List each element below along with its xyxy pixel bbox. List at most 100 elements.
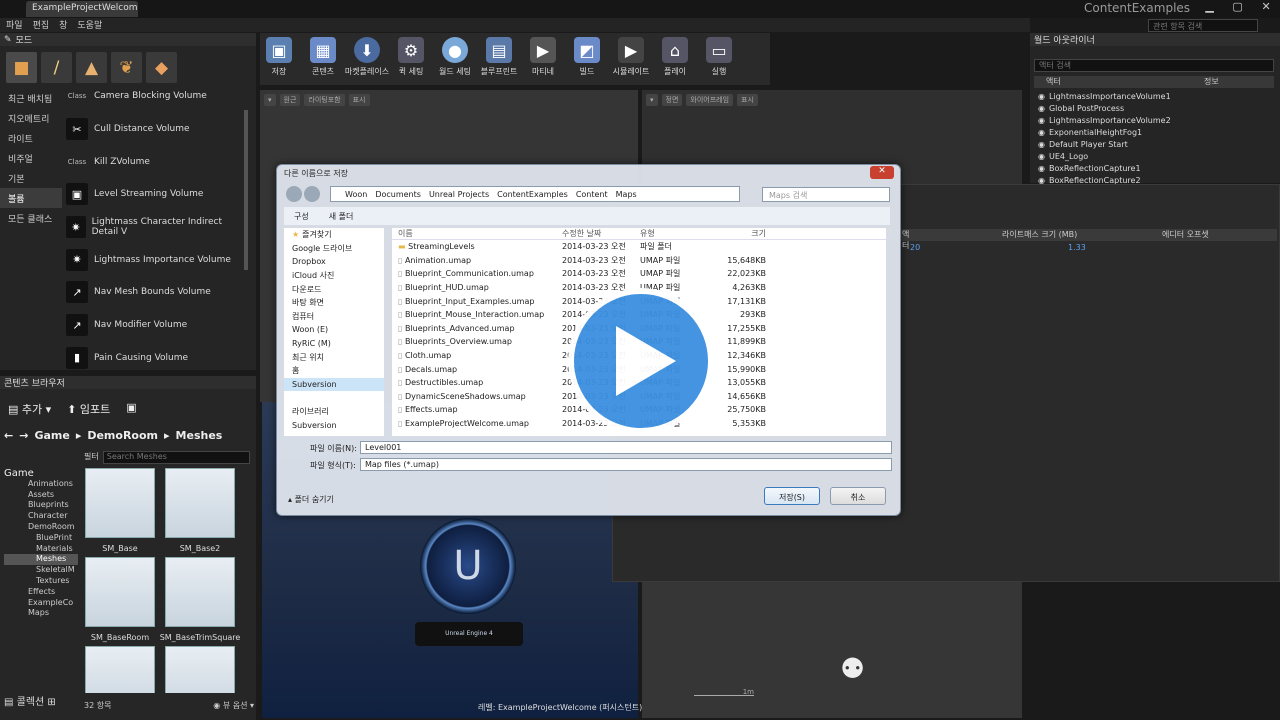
viewport-show-chip[interactable]: 표시 [348,94,370,106]
list-item[interactable]: ▣ Level Streaming Volume [66,178,242,211]
tree-item-selected[interactable]: Meshes [4,554,78,566]
breadcrumb-demoroom[interactable]: DemoRoom [87,429,158,442]
new-folder-button[interactable]: 새 폴더 [329,211,354,222]
list-item[interactable]: ↗ Nav Mesh Bounds Volume [66,276,242,309]
launch-button[interactable]: ▭ 실행 [700,37,738,77]
add-button[interactable]: ▤ 추가 ▾ [8,401,51,417]
viewport-menu-icon[interactable]: ▾ [264,94,276,106]
outliner-col-actor[interactable]: 액터 [1034,76,1204,88]
build-button[interactable]: ◩ 빌드 [568,37,606,77]
save-button[interactable]: 저장(S) [764,487,820,505]
play-button[interactable]: ⌂ 플레이 [656,37,694,77]
filter-button[interactable]: 필터 [84,451,99,464]
marketplace-button[interactable]: ⬇ 마켓플레이스 [345,37,389,77]
outliner-search-input[interactable]: 액터 검색 [1034,59,1274,72]
tree-item[interactable]: Materials [4,544,78,555]
list-item[interactable]: Class Kill ZVolume [66,145,242,178]
list-item[interactable]: ↗ Nav Modifier Volume [66,309,242,342]
eye-icon[interactable]: ◉ [1038,104,1045,113]
tree-item[interactable]: Game [4,468,78,479]
collections-toggle[interactable]: ▤ 콜렉션 ⊞ [4,693,56,708]
forward-icon[interactable] [304,186,320,202]
asset-tile[interactable]: SM_BaseRoom [84,557,156,642]
save-all-icon[interactable]: ▣ [126,401,136,417]
viewport-lighting-chip[interactable]: 와이어프레임 [686,94,734,106]
tree-item[interactable]: SkeletalM [4,565,78,576]
eye-icon[interactable]: ◉ [1038,164,1045,173]
back-icon[interactable]: ← [4,429,13,442]
path-segment[interactable]: ContentExamples [497,190,568,199]
content-button[interactable]: ▦ 콘텐츠 [304,37,342,77]
tree-item[interactable]: Animations [4,479,78,490]
tree-item[interactable]: BluePrint [4,533,78,544]
simulate-button[interactable]: ▶ 시뮬레이트 [612,37,650,77]
tree-item[interactable]: Character [4,511,78,522]
sidebar-item[interactable]: Woon (E) [284,323,384,337]
cancel-button[interactable]: 취소 [830,487,886,505]
quick-settings-button[interactable]: ⚙ 퀵 세팅 [392,37,430,77]
list-item[interactable]: Class Camera Blocking Volume [66,80,242,113]
dialog-search-input[interactable]: Maps 검색 [762,187,890,202]
close-icon[interactable]: ✕ [1261,0,1270,16]
menu-help[interactable]: 도움말 [77,18,102,32]
asset-tile[interactable]: SM_Base [84,468,156,553]
category-lights[interactable]: 라이트 [0,128,62,148]
viewport-menu-icon[interactable]: ▾ [646,94,658,106]
asset-tile[interactable]: SM_Base2 [164,468,236,553]
content-browser-tab[interactable]: 콘텐츠 브라우저 [0,376,256,389]
sidebar-item[interactable]: 최근 위치 [284,350,384,364]
sidebar-item[interactable]: Dropbox [284,255,384,269]
modes-tab[interactable]: ✎ 모드 [0,33,256,46]
matinee-button[interactable]: ▶ 마티네 [524,37,562,77]
table-row[interactable]: ◉ LightmassImportanceVolume2 [1034,114,1274,126]
category-basic[interactable]: 기본 [0,168,62,188]
sidebar-item-selected[interactable]: Subversion [284,377,384,392]
asset-tile[interactable] [164,646,236,693]
outliner-tab[interactable]: 월드 아웃라이너 [1030,33,1280,46]
category-all-classes[interactable]: 모든 클래스 [0,208,62,228]
sidebar-item[interactable]: Subversion [284,418,384,432]
dialog-close-icon[interactable]: ✕ [870,166,894,179]
list-item[interactable]: ✂ Cull Distance Volume [66,113,242,146]
table-row[interactable]: ◉ Global PostProcess [1034,102,1274,114]
sidebar-item[interactable]: iCloud 사진 [284,269,384,283]
world-settings-button[interactable]: ● 월드 세팅 [436,37,474,77]
viewport-grid[interactable] [642,580,1022,718]
category-visual[interactable]: 비주얼 [0,148,62,168]
menu-file[interactable]: 파일 [6,18,23,32]
sidebar-item[interactable]: ★ 즐겨찾기 [284,228,384,242]
col-date[interactable]: 수정한 날짜 [562,228,640,239]
col-type[interactable]: 유형 [640,228,710,239]
save-button[interactable]: ▣ 저장 [260,37,298,77]
play-video-button[interactable] [568,288,714,434]
file-row[interactable]: ▯ Blueprint_Communication.umap 2014-03-23… [392,267,886,281]
asset-tile[interactable]: SM_BaseTrimSquare [160,557,240,642]
foliage-icon[interactable]: ❦ [111,52,142,83]
col-name[interactable]: 이름 [392,228,562,239]
tree-item[interactable]: Assets [4,490,78,501]
landscape-icon[interactable]: ▲ [76,52,107,83]
filename-input[interactable]: Level001 [360,441,892,454]
table-row[interactable]: ◉ Default Player Start [1034,138,1274,150]
table-row[interactable]: ◉ BoxReflectionCapture1 [1034,162,1274,174]
tree-item[interactable]: DemoRoom [4,522,78,533]
minimize-icon[interactable]: ▁ [1205,0,1213,16]
sidebar-item[interactable]: 다운로드 [284,282,384,296]
breadcrumb-game[interactable]: Game [34,429,69,442]
category-geometry[interactable]: 지오메트리 [0,108,62,128]
path-segment[interactable]: Woon [345,190,367,199]
sidebar-item[interactable]: 컴퓨터 [284,310,384,324]
stats-col-lightmass[interactable]: 라이트매스 크기 (MB) [1002,229,1142,241]
menu-edit[interactable]: 편집 [33,18,50,32]
path-segment[interactable]: Maps [616,190,637,199]
stats-col-offset[interactable]: 에디터 오프셋 [1162,229,1209,241]
table-row[interactable]: ◉ ExponentialHeightFog1 [1034,126,1274,138]
maximize-icon[interactable]: ▢ [1232,0,1242,16]
eye-icon[interactable]: ◉ [1038,128,1045,137]
col-size[interactable]: 크기 [710,228,766,239]
paint-icon[interactable]: / [41,52,72,83]
menu-window[interactable]: 창 [59,18,67,32]
viewport-mode-chip[interactable]: 정면 [661,94,683,106]
tree-item[interactable]: Effects [4,587,78,598]
table-row[interactable]: ◉ UE4_Logo [1034,150,1274,162]
